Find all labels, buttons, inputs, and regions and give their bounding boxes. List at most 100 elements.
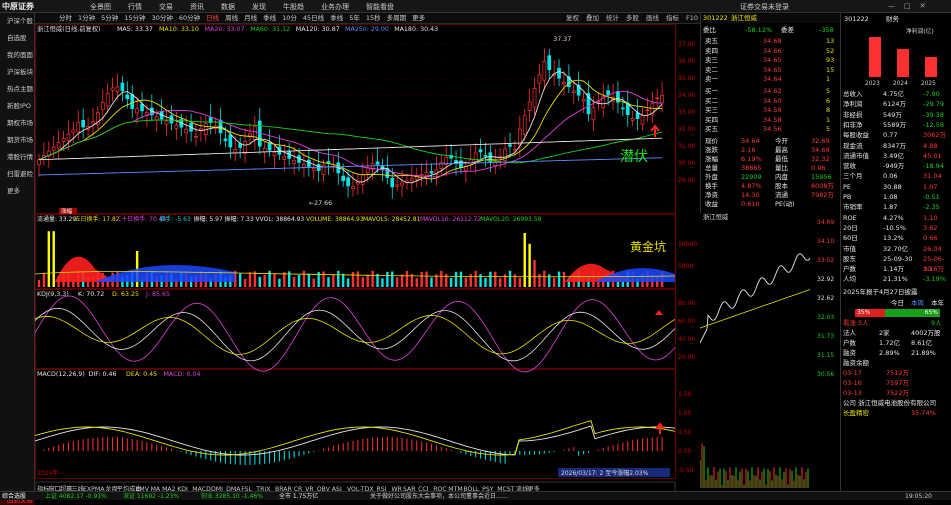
ask-row-cell: 卖二 [705, 65, 718, 74]
left-nav-item[interactable]: 期货市场 [0, 132, 34, 149]
menu-item[interactable]: 发现 [252, 2, 266, 12]
period-tab[interactable]: 日线 [206, 13, 219, 23]
period-tab[interactable]: 季线 [330, 13, 343, 23]
fin-row-cell: 549万 [883, 110, 902, 119]
volume-bar [440, 270, 443, 287]
bid-row: 买一 34.62 5 [701, 87, 841, 96]
sentiment-tabs: 今日 本周 本年 [841, 298, 951, 308]
chart-tool-button[interactable]: 统计 [606, 13, 619, 24]
menu-item[interactable]: 行情 [128, 2, 142, 12]
fin-row-cell: 营收 [843, 162, 856, 171]
fin-row-cell: 每股收益 [843, 131, 869, 140]
menu-item[interactable]: 交易 [159, 2, 173, 12]
holder-row-cell: 户数 [843, 338, 856, 347]
period-tab[interactable]: 15分钟 [124, 13, 145, 23]
candle-body [375, 161, 380, 165]
vol-legend-item: 振幅: 7.33 [225, 215, 254, 223]
volume-bar [327, 277, 330, 287]
chart-tool-button[interactable]: 多股 [626, 13, 639, 24]
fin-row: PE 30.88 1.07 [841, 182, 951, 192]
period-tab[interactable]: 周线 [225, 13, 238, 23]
left-nav-item[interactable]: 港股行情 [0, 149, 34, 166]
chart-tool-button[interactable]: 叠加 [586, 13, 599, 24]
period-tab[interactable]: 45日线 [303, 13, 324, 23]
left-nav-item[interactable]: 我的面面 [0, 47, 34, 64]
annotation-qianfu: 潜伏 [620, 149, 648, 165]
period-tab[interactable]: 5年 [349, 13, 360, 23]
volume-bar [523, 233, 526, 287]
quote-row-cell: 现价 [705, 137, 718, 145]
left-navigation: 沪深个股 自选股 我的面面 沪深板块 热点主题 新股IPO 期权市场 期货市场 港股行情 扫雷避险… [0, 13, 35, 505]
fin-row: 非经损 549万 -39.38 [841, 110, 951, 120]
candle-body [606, 90, 610, 96]
period-tab[interactable]: 15秒 [366, 13, 381, 23]
left-nav-item[interactable]: 新股IPO [0, 98, 34, 115]
order-book-title-cell: 301222 [703, 14, 728, 22]
trade-login-status[interactable]: 证券交易未登录 [740, 2, 789, 12]
quote-row-cell: 2.16 [741, 146, 756, 154]
left-nav-item[interactable]: 热点主题 [0, 81, 34, 98]
quote-row-cell: 总量 [705, 164, 718, 172]
menu-item[interactable]: 资讯 [190, 2, 204, 12]
order-book-weibi-cell: 委差 [781, 26, 794, 34]
volume-bar [494, 271, 497, 287]
candle-body [91, 121, 95, 125]
main-menu: 全景图 行情 交易 资讯 数据 发现 牛股趋 业务办理 智能看盘 [90, 2, 394, 12]
period-tab[interactable]: 更多 [412, 13, 425, 23]
fin-row-cell: 25-09-30 [883, 254, 913, 263]
fin-row-cell: 3.62 [923, 223, 938, 232]
period-tab[interactable]: 多周期 [387, 13, 407, 23]
volume-bar [498, 277, 502, 287]
period-tab[interactable]: 分时 [59, 13, 72, 23]
period-tab[interactable]: 月线 [244, 13, 257, 23]
menu-item[interactable]: 牛股趋 [283, 2, 304, 12]
quote-row-cell: 4.87% [741, 182, 762, 190]
fin-row: 市值 32.70亿 26.04 [841, 244, 951, 254]
candle-body [110, 87, 115, 91]
period-tab[interactable]: 30分钟 [152, 13, 173, 23]
period-tab[interactable]: 10分 [282, 13, 297, 23]
volume-bar [552, 277, 556, 287]
close-icon[interactable]: ✕ [920, 2, 926, 10]
fin-row-cell: 1.10 [923, 213, 938, 222]
intraday-mini-chart[interactable]: 浙江恒威 34.69 34.10 33.52 32.92 32.62 32.03 31.73 3… [700, 213, 840, 493]
maximize-icon[interactable]: □ [904, 2, 911, 10]
period-tab[interactable]: 60分钟 [179, 13, 200, 23]
quote-row-cell: PE(动) [775, 200, 795, 208]
fin-row: ROE 4.27% 1.10 [841, 213, 951, 223]
ask-row-cell: 15 [826, 65, 835, 74]
kline-chart[interactable]: 37.00 36.00 35.00 34.00 33.00 32.00 31.00 30.00… [35, 24, 700, 494]
panel-frame [35, 24, 676, 214]
bid-row-cell: 34.56 [763, 125, 782, 133]
candle-body [71, 129, 76, 133]
left-nav-item[interactable]: 沪深个股 [0, 13, 34, 30]
left-nav-item[interactable]: 期权市场 [0, 115, 34, 132]
fin-row-cell: -10.5% [883, 223, 906, 232]
period-tab[interactable]: 1分钟 [78, 13, 95, 23]
menu-item[interactable]: 全景图 [90, 2, 111, 12]
menu-item[interactable]: 智能看盘 [366, 2, 394, 12]
fin-row-cell: 26.04 [923, 244, 942, 253]
fin-row-cell: 股东 [843, 254, 856, 263]
period-tab[interactable]: 季线 [263, 13, 276, 23]
left-nav-item[interactable]: 更多 [0, 183, 34, 200]
minimize-icon[interactable]: — [888, 2, 895, 10]
left-nav-item[interactable]: 扫雷避险 [0, 166, 34, 183]
order-book-weibi-cell: -358 [819, 26, 834, 34]
candle-body [164, 120, 169, 125]
bid-row-cell: 34.62 [763, 87, 782, 95]
chart-tool-button[interactable]: 画线 [646, 13, 659, 24]
fin-row-cell: -7.90 [923, 90, 940, 98]
chart-tool-button[interactable]: 指标 [666, 13, 679, 24]
period-tab[interactable]: 5分钟 [101, 13, 118, 23]
quote-row-cell: 股本 [775, 182, 788, 190]
ma-legend-item: MA250: 29.00 [345, 26, 389, 33]
chart-tool-button[interactable]: 复权 [566, 13, 579, 24]
menu-item[interactable]: 数据 [221, 2, 235, 12]
left-nav-item[interactable]: 沪深板块 [0, 64, 34, 81]
candle-body [645, 109, 650, 111]
quote-row-cell: 22909 [741, 173, 762, 181]
chart-tool-button[interactable]: F10 [686, 13, 698, 24]
left-nav-item[interactable]: 自选股 [0, 30, 34, 47]
menu-item[interactable]: 业务办理 [321, 2, 349, 12]
